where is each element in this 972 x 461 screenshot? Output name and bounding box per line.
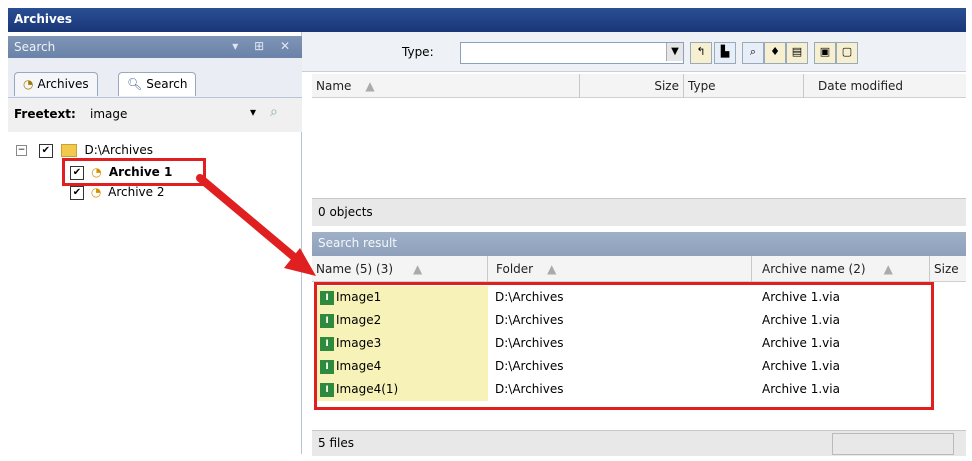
arrow-shaft [196,174,304,266]
highlight-arrow [196,174,316,276]
